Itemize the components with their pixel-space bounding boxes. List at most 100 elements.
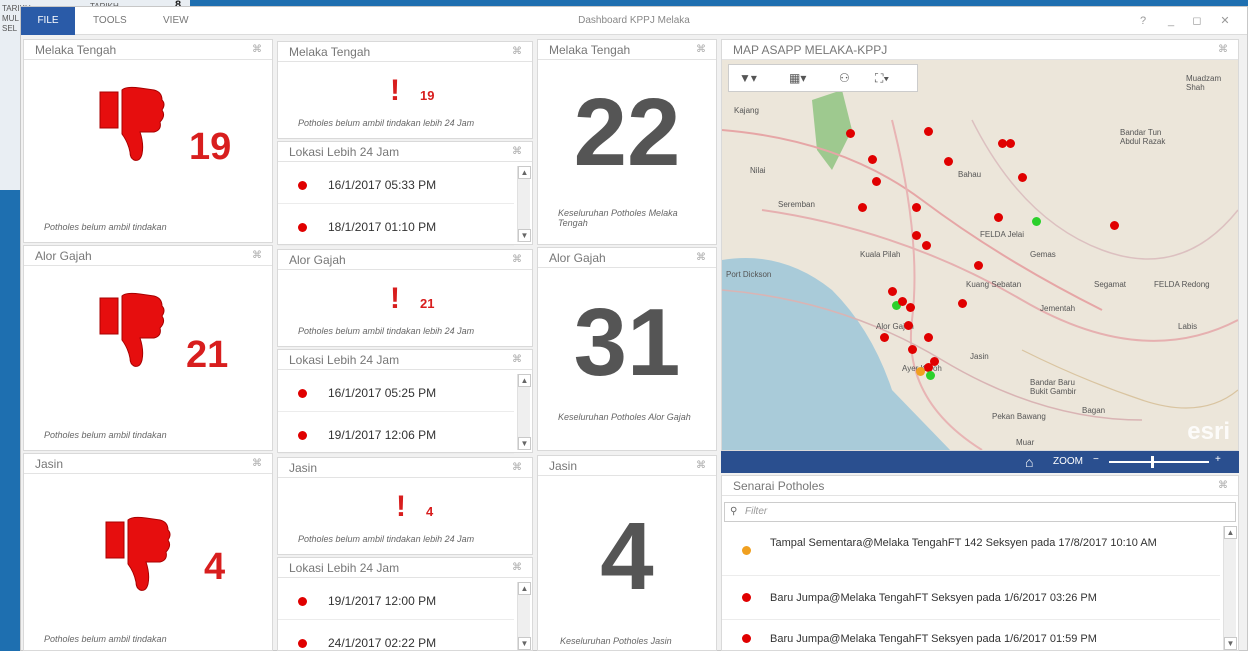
map-label: Kuang Sebatan (966, 280, 1022, 289)
map-zoom-bar: ⌂ ZOOM − + (721, 451, 1239, 473)
home-icon[interactable]: ⌂ (1025, 454, 1033, 470)
pin-icon[interactable]: ⌘ (512, 558, 522, 578)
list-item[interactable]: 19/1/2017 12:06 PM (278, 416, 514, 454)
status-dot (298, 639, 307, 648)
scroll-up-button[interactable]: ▲ (518, 582, 531, 595)
pothole-marker[interactable] (912, 231, 921, 240)
people-icon[interactable]: ⚇ (839, 71, 850, 85)
menu-tools[interactable]: TOOLS (93, 7, 127, 35)
panel-header: Jasin ⌘ (278, 458, 532, 478)
pin-icon[interactable]: ⌘ (696, 40, 706, 60)
scrollbar[interactable]: ▲ ▼ (517, 374, 531, 450)
pothole-marker[interactable] (994, 213, 1003, 222)
panel-list-jasin: Lokasi Lebih 24 Jam ⌘ 19/1/2017 12:00 PM… (277, 557, 533, 651)
list-item[interactable]: 19/1/2017 12:00 PM (278, 582, 514, 620)
pothole-marker[interactable] (944, 157, 953, 166)
restore-button[interactable]: ◻ (1187, 7, 1207, 35)
pin-icon[interactable]: ⌘ (512, 142, 522, 162)
pothole-marker[interactable] (1006, 139, 1015, 148)
list-item[interactable]: Tampal Sementara@Melaka TengahFT 142 Sek… (722, 526, 1220, 576)
list-item[interactable]: Baru Jumpa@Melaka TengahFT Seksyen pada … (722, 620, 1220, 651)
panel-title: Jasin (289, 461, 318, 475)
alert-count: 21 (420, 296, 435, 311)
thumbs-down-icon (96, 86, 168, 171)
list-item[interactable]: Baru Jumpa@Melaka TengahFT Seksyen pada … (722, 576, 1220, 620)
list-item[interactable]: 16/1/2017 05:33 PM (278, 166, 514, 204)
dashboard-window: FILE TOOLS VIEW Dashboard KPPJ Melaka ? … (20, 6, 1248, 651)
pothole-marker-resolved[interactable] (1032, 217, 1041, 226)
scroll-up-button[interactable]: ▲ (518, 166, 531, 179)
pin-icon[interactable]: ⌘ (512, 42, 522, 62)
zoom-out-button[interactable]: − (1093, 454, 1099, 465)
pothole-marker[interactable] (858, 203, 867, 212)
pothole-marker-resolved[interactable] (926, 371, 935, 380)
pothole-marker[interactable] (880, 333, 889, 342)
pin-icon[interactable]: ⌘ (512, 458, 522, 478)
alert-count: 4 (426, 504, 434, 519)
filter-icon[interactable]: ▼▾ (739, 71, 757, 85)
menu-file[interactable]: FILE (21, 7, 75, 35)
map-basemap (722, 60, 1238, 450)
map-label: Bandar Baru Bukit Gambir (1030, 378, 1077, 396)
status-dot (742, 593, 751, 602)
layers-icon[interactable]: ▦▾ (789, 71, 806, 85)
pothole-marker[interactable] (868, 155, 877, 164)
pothole-marker[interactable] (912, 203, 921, 212)
scroll-down-button[interactable]: ▼ (1224, 637, 1237, 650)
help-button[interactable]: ? (1133, 7, 1153, 35)
pothole-marker[interactable] (888, 287, 897, 296)
pothole-marker[interactable] (924, 127, 933, 136)
scrollbar[interactable]: ▲ ▼ (1223, 526, 1237, 650)
window-title: Dashboard KPPJ Melaka (578, 15, 690, 26)
pin-icon[interactable]: ⌘ (1218, 40, 1228, 60)
map-view[interactable]: ▼▾ ▦▾ ⚇ ⛶▾ Kajang Nilai Seremban Port Di… (722, 60, 1238, 450)
pin-icon[interactable]: ⌘ (1218, 476, 1228, 496)
map-label: Kuala Pilah (860, 250, 901, 259)
close-button[interactable]: ✕ (1215, 7, 1235, 35)
scroll-down-button[interactable]: ▼ (518, 637, 531, 650)
scroll-up-button[interactable]: ▲ (518, 374, 531, 387)
scroll-down-button[interactable]: ▼ (518, 229, 531, 242)
pothole-marker[interactable] (908, 345, 917, 354)
pin-icon[interactable]: ⌘ (696, 248, 706, 268)
zoom-slider-handle[interactable] (1151, 456, 1154, 468)
scrollbar[interactable]: ▲ ▼ (517, 582, 531, 650)
pin-icon[interactable]: ⌘ (252, 40, 262, 60)
pothole-marker[interactable] (974, 261, 983, 270)
scroll-up-button[interactable]: ▲ (1224, 526, 1237, 539)
pin-icon[interactable]: ⌘ (512, 250, 522, 270)
list-item-time: 19/1/2017 12:00 PM (328, 594, 437, 608)
zoom-in-button[interactable]: + (1215, 454, 1221, 465)
pin-icon[interactable]: ⌘ (696, 456, 706, 476)
scrollbar[interactable]: ▲ ▼ (517, 166, 531, 242)
pin-icon[interactable]: ⌘ (252, 454, 262, 474)
pothole-marker[interactable] (924, 333, 933, 342)
panel-title: Alor Gajah (549, 251, 606, 265)
search-icon: ⚲ (730, 506, 738, 517)
menu-view[interactable]: VIEW (163, 7, 189, 35)
panel-header: Alor Gajah ⌘ (278, 250, 532, 270)
pothole-marker-temporary[interactable] (916, 367, 925, 376)
list-item[interactable]: 18/1/2017 01:10 PM (278, 208, 514, 246)
map-label: Pekan Bawang (992, 412, 1046, 421)
minimize-button[interactable]: _ (1161, 7, 1181, 35)
pothole-marker[interactable] (1110, 221, 1119, 230)
pothole-marker[interactable] (872, 177, 881, 186)
pothole-marker[interactable] (922, 241, 931, 250)
pothole-marker[interactable] (1018, 173, 1027, 182)
panel-alert-jasin: Jasin ⌘ ! 4 Potholes belum ambil tindaka… (277, 457, 533, 555)
pin-icon[interactable]: ⌘ (512, 350, 522, 370)
legend-icon[interactable]: ⛶▾ (875, 71, 889, 86)
panel-header: Melaka Tengah ⌘ (24, 40, 272, 60)
pothole-marker[interactable] (906, 303, 915, 312)
map-label: Kajang (734, 106, 759, 115)
zoom-slider[interactable] (1109, 461, 1209, 463)
list-item[interactable]: 24/1/2017 02:22 PM (278, 624, 514, 651)
pothole-marker[interactable] (958, 299, 967, 308)
pothole-marker[interactable] (846, 129, 855, 138)
pin-icon[interactable]: ⌘ (252, 246, 262, 266)
pothole-marker[interactable] (904, 321, 913, 330)
filter-input[interactable]: ⚲ Filter (724, 502, 1236, 522)
scroll-down-button[interactable]: ▼ (518, 437, 531, 450)
list-item[interactable]: 16/1/2017 05:25 PM (278, 374, 514, 412)
